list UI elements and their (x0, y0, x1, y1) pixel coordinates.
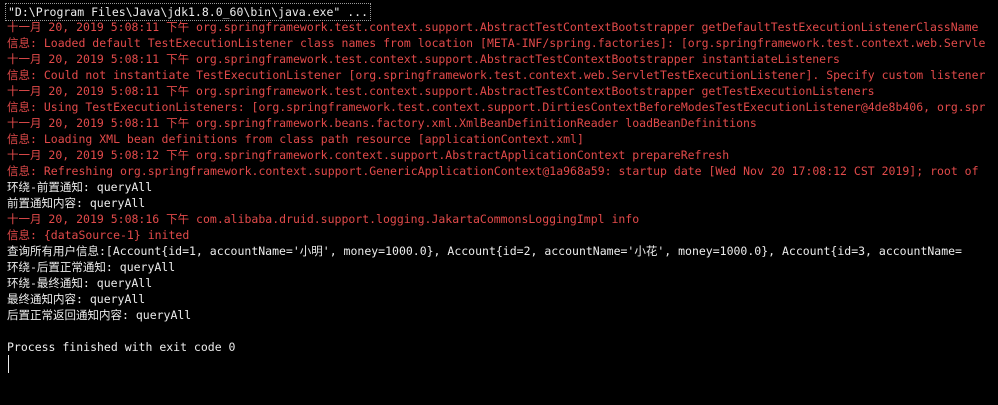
log-line: 十一月 20, 2019 5:08:16 下午 com.alibaba.drui… (7, 212, 640, 226)
output-line: 查询所有用户信息:[Account{id=1, accountName='小明'… (7, 244, 962, 258)
log-line: 十一月 20, 2019 5:08:11 下午 org.springframew… (7, 52, 840, 66)
output-line: 最终通知内容: queryAll (7, 292, 146, 306)
log-line: 信息: Using TestExecutionListeners: [org.s… (7, 100, 986, 114)
log-line: 十一月 20, 2019 5:08:12 下午 org.springframew… (7, 148, 730, 162)
output-line: 环绕-最终通知: queryAll (7, 276, 153, 290)
log-line: 十一月 20, 2019 5:08:11 下午 org.springframew… (7, 84, 875, 98)
log-line: 信息: Refreshing org.springframework.conte… (7, 164, 979, 178)
output-line: 环绕-后置正常通知: queryAll (7, 260, 176, 274)
log-line: 信息: Could not instantiate TestExecutionL… (7, 68, 986, 82)
log-line: 十一月 20, 2019 5:08:11 下午 org.springframew… (7, 116, 757, 130)
console-output[interactable]: "D:\Program Files\Java\jdk1.8.0_60\bin\j… (0, 0, 998, 405)
output-line: 后置正常返回通知内容: queryAll (7, 308, 192, 322)
output-line: 前置通知内容: queryAll (7, 196, 146, 210)
log-line: 十一月 20, 2019 5:08:11 下午 org.springframew… (7, 20, 979, 34)
output-line: 环绕-前置通知: queryAll (7, 180, 153, 194)
log-line: 信息: Loading XML bean definitions from cl… (7, 132, 584, 146)
log-line: 信息: Loaded default TestExecutionListener… (7, 36, 986, 50)
log-line: 信息: {dataSource-1} inited (7, 228, 190, 242)
exit-status-line: Process finished with exit code 0 (7, 340, 236, 354)
text-cursor (8, 355, 9, 373)
